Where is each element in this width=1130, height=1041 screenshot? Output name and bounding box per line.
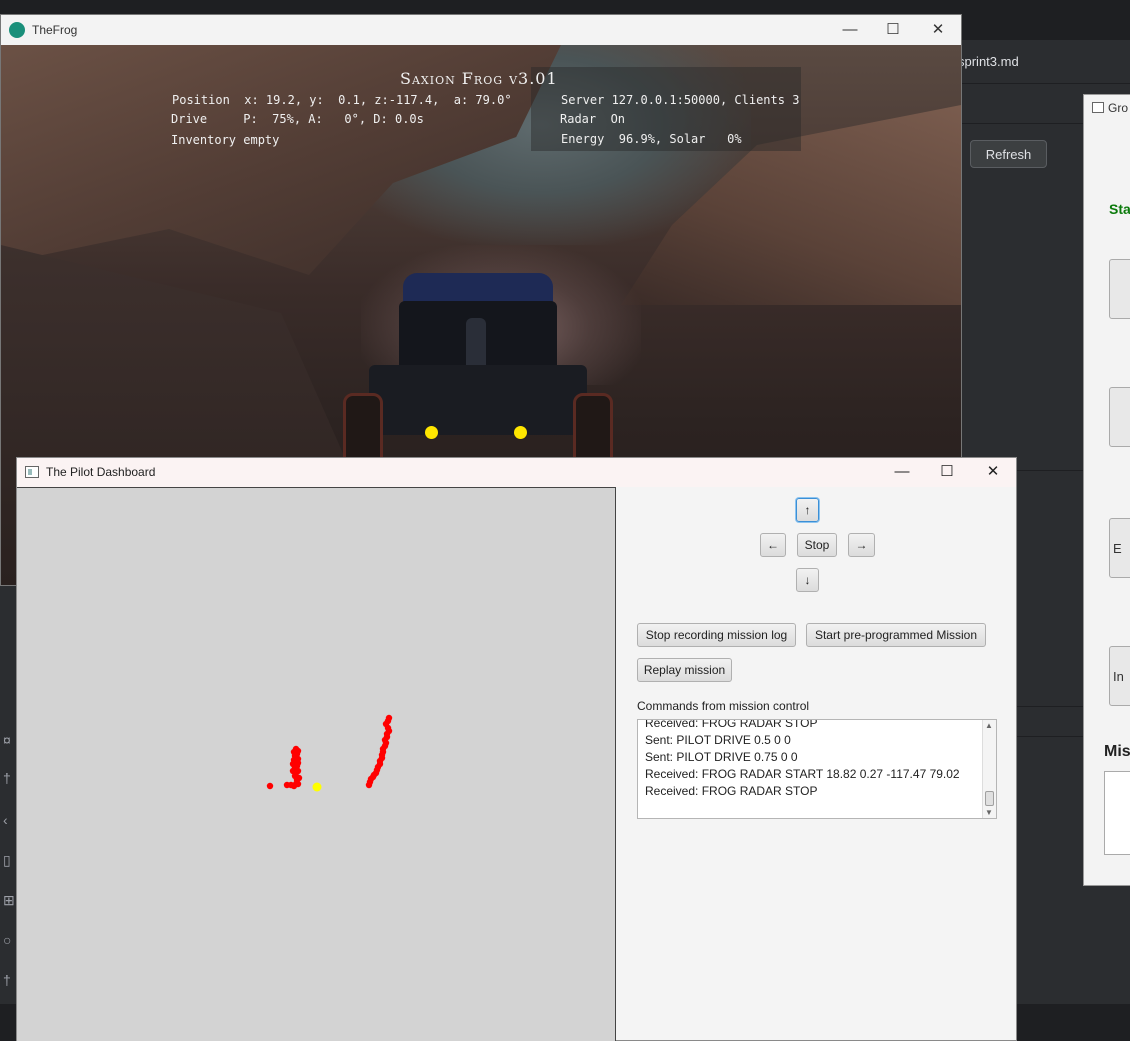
hud-inventory: Inventory empty xyxy=(171,133,280,147)
rover-headlight xyxy=(514,426,527,439)
commands-scrollbar[interactable]: ▲ ▼ xyxy=(982,720,996,818)
hud-drive: Drive P: 75%, A: 0°, D: 0.0s xyxy=(171,112,424,126)
radar-obstacle-point xyxy=(292,745,300,753)
ide-left-toolbar: ¤ † ‹ ▯ ⊞ ○ † xyxy=(0,580,16,1041)
frog-titlebar: TheFrog — ☐ ✕ xyxy=(1,15,961,45)
close-icon[interactable]: ✕ xyxy=(927,19,949,41)
scroll-thumb[interactable] xyxy=(985,791,994,806)
command-line: Received: FROG RADAR START 18.82 0.27 -1… xyxy=(645,767,960,781)
radar-obstacle-point xyxy=(385,714,393,722)
replay-mission-button[interactable]: Replay mission xyxy=(637,658,732,682)
refresh-button[interactable]: Refresh xyxy=(970,140,1047,168)
tool-icon[interactable]: ⊞ xyxy=(3,892,15,909)
turn-right-button[interactable]: → xyxy=(848,533,875,557)
tool-icon[interactable]: † xyxy=(3,972,11,988)
frog-window-title: TheFrog xyxy=(32,23,78,37)
minimize-icon[interactable]: — xyxy=(891,461,913,483)
tool-icon[interactable]: ¤ xyxy=(3,732,11,748)
ground-control-button[interactable]: In xyxy=(1109,646,1130,706)
turn-left-button[interactable]: ← xyxy=(760,533,786,557)
stop-recording-button[interactable]: Stop recording mission log xyxy=(637,623,796,647)
pilot-dashboard-window: The Pilot Dashboard — ☐ ✕ ↑ ← Stop → ↓ S… xyxy=(16,457,1017,1041)
radar-canvas xyxy=(266,714,393,792)
commands-log[interactable]: Received: FROG RADAR STOP Sent: PILOT DR… xyxy=(637,719,997,819)
window-icon xyxy=(25,466,39,478)
hud-position: Position x: 19.2, y: 0.1, z:-117.4, a: 7… xyxy=(172,93,512,107)
mission-text-area[interactable] xyxy=(1104,771,1130,855)
tool-icon[interactable]: ○ xyxy=(3,932,11,948)
tool-icon[interactable]: ▯ xyxy=(3,852,11,869)
tool-icon[interactable]: ‹ xyxy=(3,812,8,828)
ide-tab-sprint3[interactable]: sprint3.md xyxy=(958,54,1019,69)
ground-control-button[interactable] xyxy=(1109,387,1130,447)
scroll-down-icon[interactable]: ▼ xyxy=(985,808,993,817)
window-icon xyxy=(1092,102,1104,113)
rover-headlight xyxy=(425,426,438,439)
pilot-window-title: The Pilot Dashboard xyxy=(46,465,156,479)
radar-rover-marker xyxy=(312,782,322,792)
hud-energy: Energy 96.9%, Solar 0% xyxy=(561,132,742,146)
rover-front xyxy=(369,365,587,435)
tool-icon[interactable]: † xyxy=(3,770,11,786)
close-icon[interactable]: ✕ xyxy=(982,461,1004,483)
commands-label: Commands from mission control xyxy=(637,699,810,713)
ground-control-title: Gro xyxy=(1092,101,1128,115)
rover-model xyxy=(343,273,613,473)
maximize-icon[interactable]: ☐ xyxy=(936,461,958,483)
command-line: Sent: PILOT DRIVE 0.5 0 0 xyxy=(645,733,791,747)
drive-up-button[interactable]: ↑ xyxy=(796,498,819,522)
minimize-icon[interactable]: — xyxy=(839,19,861,41)
drive-down-button[interactable]: ↓ xyxy=(796,568,819,592)
hud-server: Server 127.0.0.1:50000, Clients 3 xyxy=(561,93,800,107)
commands-list: Received: FROG RADAR STOP Sent: PILOT DR… xyxy=(645,719,980,800)
ground-control-button[interactable]: E xyxy=(1109,518,1130,578)
frog-app-icon xyxy=(9,22,25,38)
start-mission-button[interactable]: Start pre-programmed Mission xyxy=(806,623,986,647)
mission-label: Mis xyxy=(1104,743,1130,760)
hud-title: Saxion Frog v3.01 xyxy=(400,69,558,88)
scroll-up-icon[interactable]: ▲ xyxy=(985,721,993,730)
command-line: Received: FROG RADAR STOP xyxy=(645,719,818,730)
command-line: Sent: PILOT DRIVE 0.75 0 0 xyxy=(645,750,798,764)
command-line: Received: FROG RADAR STOP xyxy=(645,784,818,798)
hud-radar: Radar On xyxy=(560,112,626,126)
maximize-icon[interactable]: ☐ xyxy=(882,19,904,41)
radar-obstacle-point xyxy=(266,782,274,790)
pilot-titlebar: The Pilot Dashboard — ☐ ✕ xyxy=(17,458,1016,487)
ground-control-button[interactable] xyxy=(1109,259,1130,319)
radar-map xyxy=(17,487,616,1041)
stop-button[interactable]: Stop xyxy=(797,533,837,557)
status-label: Sta xyxy=(1109,201,1130,217)
ground-control-window: Gro Sta E In Mis xyxy=(1083,94,1130,886)
